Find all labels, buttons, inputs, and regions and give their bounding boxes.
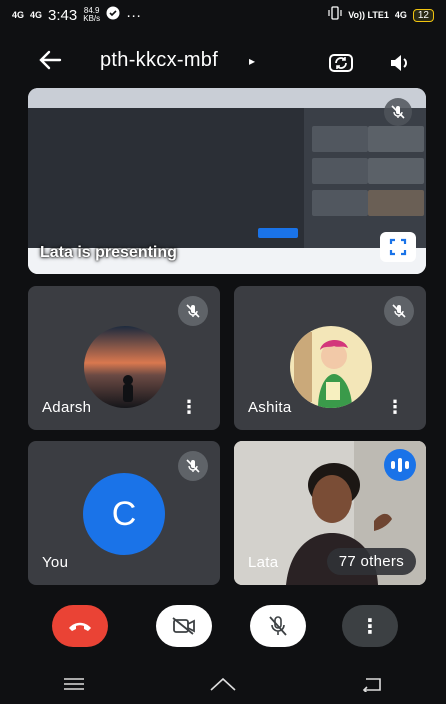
avatar — [84, 326, 166, 408]
battery-indicator: 12 — [412, 8, 434, 22]
shared-screen-thumb — [312, 158, 368, 184]
carrier: Vo)) LTE1 — [348, 9, 389, 20]
shared-screen-thumb — [312, 126, 368, 152]
clock: 3:43 — [48, 6, 78, 24]
mic-off-icon — [178, 296, 208, 326]
shared-screen-thumb — [312, 190, 368, 216]
speaking-icon — [384, 449, 416, 481]
participant-name: Lata — [248, 554, 279, 571]
participant-name: Ashita — [248, 399, 292, 416]
shared-screen-thumb — [368, 158, 424, 184]
status-bar: 4G 4G 3:43 84.9 KB/s ··· Vo)) LTE1 4G 12 — [0, 0, 446, 30]
mic-off-icon — [384, 296, 414, 326]
mic-off-icon — [384, 98, 412, 126]
mic-off-icon — [178, 451, 208, 481]
more-vert-icon[interactable]: ⋮ — [386, 398, 404, 416]
avatar — [290, 326, 372, 408]
meeting-header: pth-kkcx-mbf ▸ — [0, 40, 446, 84]
presentation-tile[interactable]: Lata is presenting — [28, 88, 426, 274]
check-icon — [106, 6, 120, 24]
end-call-icon — [69, 622, 91, 631]
others-count-button[interactable]: 77 others — [326, 548, 416, 575]
shared-screen-thumb — [368, 190, 424, 216]
participant-tile-lata[interactable]: Lata 77 others — [234, 441, 426, 585]
end-call-button[interactable] — [52, 605, 108, 647]
fullscreen-icon[interactable] — [380, 232, 416, 262]
speaker-icon[interactable] — [386, 49, 414, 77]
back-arrow-icon[interactable] — [38, 48, 62, 74]
participant-name: Adarsh — [42, 399, 92, 416]
meeting-code[interactable]: pth-kkcx-mbf — [100, 49, 218, 72]
shared-screen-stop-button — [258, 228, 298, 238]
shared-screen-toolbar — [28, 88, 426, 108]
shared-screen-thumb — [368, 126, 424, 152]
speed-unit: KB/s — [83, 14, 101, 23]
network-type: 4G — [394, 9, 407, 20]
mic-off-icon — [269, 616, 287, 636]
status-left: 4G 4G 3:43 84.9 KB/s ··· — [12, 6, 141, 24]
participant-tile-adarsh[interactable]: Adarsh ⋮ — [28, 286, 220, 430]
system-nav-bar — [0, 664, 446, 704]
net-speed: 84.9 KB/s — [83, 7, 100, 23]
camera-toggle-button[interactable] — [156, 605, 212, 647]
signal-1: 4G — [12, 9, 25, 20]
overflow-dots: ··· — [126, 6, 142, 24]
more-vert-icon: ⋮ — [360, 615, 380, 638]
more-vert-icon[interactable]: ⋮ — [180, 398, 198, 416]
home-icon[interactable] — [208, 672, 238, 696]
mic-toggle-button[interactable] — [250, 605, 306, 647]
participant-tile-ashita[interactable]: Ashita ⋮ — [234, 286, 426, 430]
presenting-label: Lata is presenting — [40, 244, 177, 261]
participant-name: You — [42, 554, 69, 571]
vibrate-icon — [328, 6, 342, 24]
signal-2: 4G — [30, 9, 43, 20]
status-right: Vo)) LTE1 4G 12 — [328, 6, 434, 24]
menu-icon[interactable] — [59, 672, 89, 696]
meeting-details-caret[interactable]: ▸ — [249, 54, 255, 68]
participant-tile-you[interactable]: C You — [28, 441, 220, 585]
avatar: C — [83, 473, 165, 555]
more-options-button[interactable]: ⋮ — [342, 605, 398, 647]
switch-camera-icon[interactable] — [327, 49, 355, 77]
back-icon[interactable] — [357, 672, 387, 696]
camera-off-icon — [172, 617, 195, 635]
